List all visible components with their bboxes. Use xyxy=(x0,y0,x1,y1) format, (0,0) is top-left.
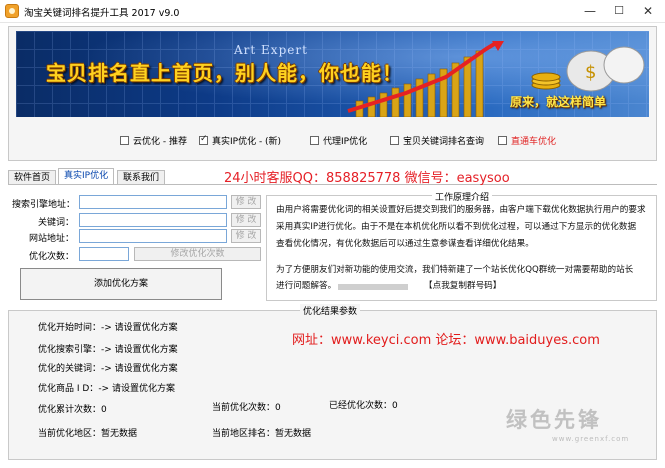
copy-group-link[interactable]: 【点我复制群号码】 xyxy=(424,278,501,295)
keyword-label: 关键词： xyxy=(37,218,74,228)
product-label: 优化商品 I D： xyxy=(38,384,99,394)
option-express[interactable]: 直通车优化 xyxy=(498,134,556,147)
mode-options: 云优化 - 推荐 真实IP优化 - (新) 代理IP优化 宝贝关键词排名查询 直… xyxy=(16,127,649,155)
checkbox-icon[interactable] xyxy=(498,136,507,145)
promo-banner: Art Expert 宝贝排名直上首页，别人能，你也能！ $ 原来，就这样简单 xyxy=(16,31,649,117)
current-count-value: 0 xyxy=(275,403,281,413)
checkbox-icon[interactable] xyxy=(120,136,129,145)
title-bar: 淘宝关键词排名提升工具 2017 v9.0 — ☐ ✕ xyxy=(0,0,665,23)
region-rank-label: 当前地区排名： xyxy=(212,429,276,439)
option-label: 代理IP优化 xyxy=(323,137,368,147)
total-row: 优化累计次数：0 xyxy=(38,402,107,415)
checkbox-checked-icon[interactable] xyxy=(199,134,208,145)
principle-line-3: 查看优化情况，有优化数据后可以通过生意参谋查看详细优化结果。 xyxy=(276,239,534,249)
modify-site-button[interactable]: 修 改 xyxy=(231,229,261,243)
result-keyword-label: 优化的关键词： xyxy=(38,364,102,374)
total-value: 0 xyxy=(101,405,107,415)
current-count-label: 当前优化次数： xyxy=(212,403,276,413)
banner-slogan: 宝贝排名直上首页，别人能，你也能！ xyxy=(46,61,403,85)
region-value: 暂无数据 xyxy=(101,429,138,439)
tab-real-ip[interactable]: 真实IP优化 xyxy=(58,168,115,185)
engine-value: -> 请设置优化方案 xyxy=(101,345,178,355)
engine-row: 优化搜索引擎：-> 请设置优化方案 xyxy=(38,342,178,355)
region-row: 当前优化地区：暂无数据 xyxy=(38,426,137,439)
product-value: -> 请设置优化方案 xyxy=(98,384,175,394)
tab-contact[interactable]: 联系我们 xyxy=(117,170,166,185)
product-row: 优化商品 I D：-> 请设置优化方案 xyxy=(38,381,175,394)
svg-text:$: $ xyxy=(585,62,596,83)
checkbox-icon[interactable] xyxy=(310,136,319,145)
contact-qq-line: 24小时客服QQ：858825778 微信号：easysoo xyxy=(224,171,510,186)
done-value: 0 xyxy=(392,401,398,411)
option-label: 真实IP优化 - (新) xyxy=(212,137,282,147)
done-row: 已经优化次数：0 xyxy=(329,398,398,411)
window-title: 淘宝关键词排名提升工具 2017 v9.0 xyxy=(24,8,180,19)
principle-line-1: 由用户将需要优化词的相关设置好后提交到我们的服务器，由客户端下载优化数据执行用户… xyxy=(276,205,646,215)
banner-subslogan: 原来，就这样简单 xyxy=(510,95,607,109)
start-time-label: 优化开始时间： xyxy=(38,323,102,333)
keyword-row: 优化的关键词：-> 请设置优化方案 xyxy=(38,361,178,374)
count-label: 优化次数： xyxy=(28,252,74,262)
app-icon xyxy=(5,4,19,18)
region-rank-row: 当前地区排名：暂无数据 xyxy=(212,426,311,439)
tab-home[interactable]: 软件首页 xyxy=(8,170,57,185)
redacted-group-number xyxy=(338,284,408,290)
principle-line-4: 为了方便朋友们对新功能的使用交流，我们特新建了一个站长优化QQ群统一对需要帮助的… xyxy=(276,265,634,275)
search-engine-input[interactable] xyxy=(79,195,227,209)
region-label: 当前优化地区： xyxy=(38,429,102,439)
total-label: 优化累计次数： xyxy=(38,405,102,415)
search-engine-label: 搜索引擎地址： xyxy=(12,200,76,210)
principle-line-2: 采用真实IP进行优化。由于不是在本机优化所以看不到优化过程，可以通过下方显示的优… xyxy=(276,222,637,232)
result-title: 优化结果参数 xyxy=(300,304,361,317)
maximize-button[interactable]: ☐ xyxy=(604,0,634,22)
current-count-row: 当前优化次数：0 xyxy=(212,400,281,413)
start-time-row: 优化开始时间：-> 请设置优化方案 xyxy=(38,320,178,333)
minimize-button[interactable]: — xyxy=(575,0,605,22)
option-label: 直通车优化 xyxy=(511,137,557,147)
banner-watermark-text: Art Expert xyxy=(234,43,308,57)
option-label: 宝贝关键词排名查询 xyxy=(403,137,485,147)
add-plan-button[interactable]: 添加优化方案 xyxy=(20,268,222,300)
site-label: 网站地址： xyxy=(28,234,74,244)
count-input[interactable] xyxy=(79,247,129,261)
principle-line-5: 进行问题解答。 xyxy=(276,281,337,291)
option-label: 云优化 - 推荐 xyxy=(133,137,187,147)
option-real-ip[interactable]: 真实IP优化 - (新) xyxy=(199,134,281,147)
modify-count-button[interactable]: 修改优化次数 xyxy=(134,247,261,261)
option-rank-query[interactable]: 宝贝关键词排名查询 xyxy=(390,134,484,147)
start-time-value: -> 请设置优化方案 xyxy=(101,323,178,333)
done-label: 已经优化次数： xyxy=(329,401,393,411)
website-forum-line: 网址：www.keyci.com 论坛：www.baiduyes.com xyxy=(292,333,600,348)
site-input[interactable] xyxy=(79,229,227,243)
modify-keyword-button[interactable]: 修 改 xyxy=(231,213,261,227)
checkbox-icon[interactable] xyxy=(390,136,399,145)
result-keyword-value: -> 请设置优化方案 xyxy=(101,364,178,374)
region-rank-value: 暂无数据 xyxy=(275,429,312,439)
close-button[interactable]: ✕ xyxy=(633,0,663,22)
site-watermark: 绿色先锋 xyxy=(506,408,602,432)
engine-label: 优化搜索引擎： xyxy=(38,345,102,355)
option-cloud[interactable]: 云优化 - 推荐 xyxy=(120,134,187,147)
money-bags-icon: $ xyxy=(531,46,645,92)
keyword-input[interactable] xyxy=(79,213,227,227)
option-proxy-ip[interactable]: 代理IP优化 xyxy=(310,134,367,147)
modify-engine-button[interactable]: 修 改 xyxy=(231,195,261,209)
site-watermark-url: www.greenxf.com xyxy=(552,435,630,443)
